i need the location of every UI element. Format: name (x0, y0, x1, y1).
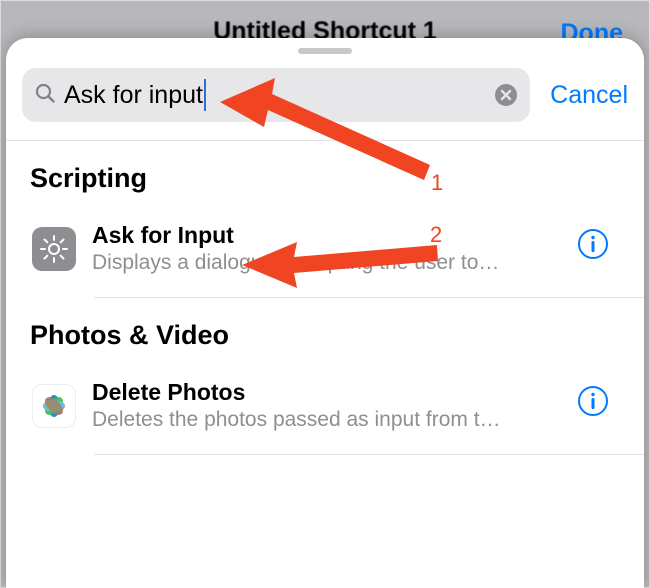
annotation-label-1: 1 (431, 170, 443, 196)
info-button[interactable] (576, 384, 610, 423)
clear-button[interactable] (494, 83, 518, 107)
info-button[interactable] (576, 227, 610, 266)
sheet-grabber[interactable] (298, 48, 352, 54)
action-title: Delete Photos (92, 379, 564, 406)
row-divider (94, 454, 644, 455)
search-row: Ask for input Cancel (6, 64, 644, 141)
search-input-value: Ask for input (64, 81, 203, 110)
settings-gear-icon (32, 227, 76, 271)
action-row-ask-for-input[interactable]: Ask for Input Displays a dialogue prompt… (30, 208, 620, 297)
action-title: Ask for Input (92, 222, 564, 249)
action-row-text: Ask for Input Displays a dialogue prompt… (92, 222, 564, 275)
section-scripting: Scripting Ask for Input Displays a dialo… (6, 141, 644, 297)
search-input[interactable]: Ask for input (64, 79, 494, 111)
search-icon (34, 82, 56, 109)
photos-app-icon (32, 384, 76, 428)
annotation-label-2: 2 (430, 222, 442, 248)
section-photos-video: Photos & Video Delete (6, 298, 644, 454)
text-caret (204, 79, 206, 111)
section-header: Photos & Video (30, 320, 620, 351)
action-row-delete-photos[interactable]: Delete Photos Deletes the photos passed … (30, 365, 620, 454)
search-field[interactable]: Ask for input (22, 68, 530, 122)
action-subtitle: Deletes the photos passed as input from … (92, 408, 564, 432)
action-subtitle: Displays a dialogue prompting the user t… (92, 251, 564, 275)
section-header: Scripting (30, 163, 620, 194)
action-row-text: Delete Photos Deletes the photos passed … (92, 379, 564, 432)
cancel-button[interactable]: Cancel (550, 81, 628, 110)
search-sheet: Ask for input Cancel Scripting (6, 38, 644, 588)
